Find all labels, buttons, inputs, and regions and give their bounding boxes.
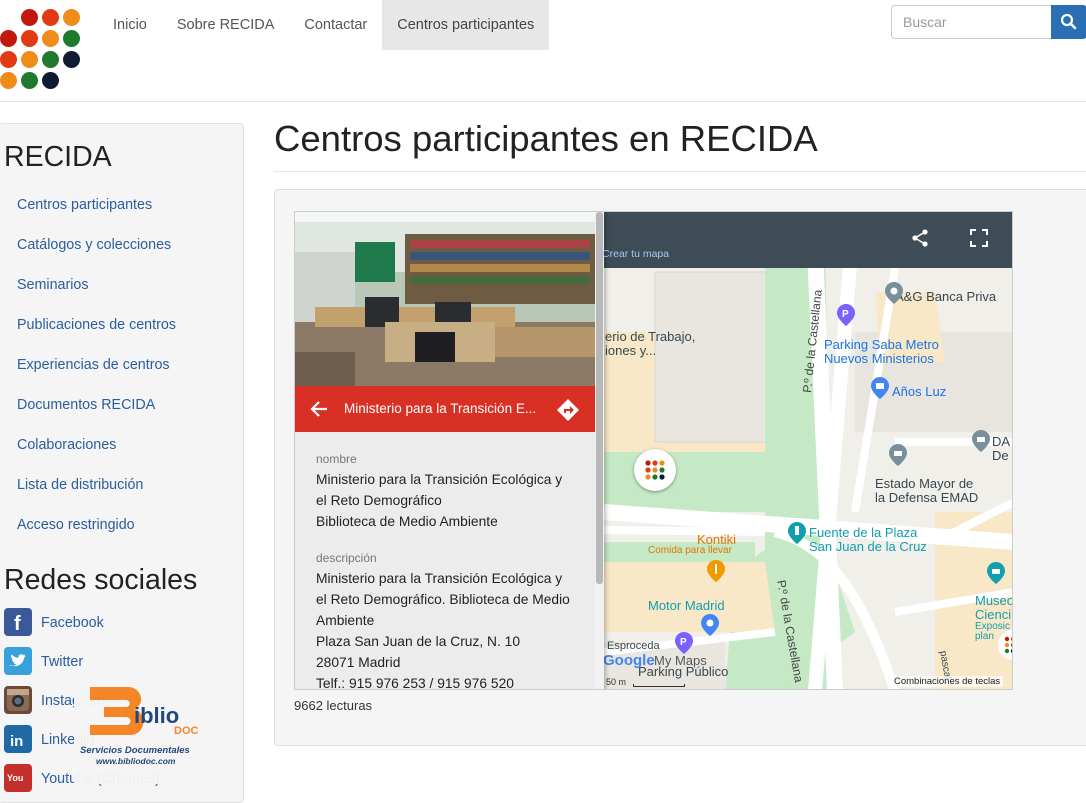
map-label-da[interactable]: DA [992,434,1010,449]
map-label-fuente-plaza[interactable]: Fuente de la Plaza [809,525,917,540]
place-details: nombre Ministerio para la Transición Eco… [295,432,595,690]
google-logo: Google [603,652,655,669]
svg-text:in: in [10,733,23,750]
museum-pin-icon[interactable] [701,614,719,636]
sidebar-item-centros-participantes[interactable]: Centros participantes [17,197,152,213]
top-navbar: Inicio Sobre RECIDA Contactar Centros pa… [0,0,1086,102]
shopping-pin-icon[interactable] [871,377,889,399]
map-label-estado-mayor[interactable]: Estado Mayor de [875,476,973,491]
create-map-link[interactable]: Crear tu mapa [602,248,669,260]
svg-text:f: f [14,613,21,635]
fullscreen-icon[interactable] [970,229,988,247]
government-pin-icon[interactable] [889,444,907,466]
sidebar-item-seminarios[interactable]: Seminarios [17,277,89,293]
sidebar-item-lista-distribucion[interactable]: Lista de distribución [17,477,143,493]
institution-pin-icon[interactable] [972,430,990,452]
map-label-motor-madrid[interactable]: Motor Madrid [648,598,725,613]
map-label-parking-saba[interactable]: Parking Saba Metro [824,337,939,352]
map-label-defensa-emad[interactable]: la Defensa EMAD [875,490,978,505]
recida-logo[interactable] [0,6,84,94]
search-input[interactable] [891,5,1052,39]
sidebar-item-catalogos[interactable]: Catálogos y colecciones [17,237,171,253]
bibliodoc-sponsor-logo[interactable]: iblio DOC Servicios Documentales www.bib… [74,673,222,784]
keyboard-shortcuts-link[interactable]: Combinaciones de teclas [891,676,1004,687]
map-label-esproceda[interactable]: Esproceda [607,640,660,652]
place-title: Ministerio para la Transición E... [344,401,537,416]
map-label-ministerio-trabajo-2[interactable]: iones y... [605,343,656,358]
read-count: 9662 lecturas [294,698,373,713]
map-label-museo[interactable]: Museo [975,593,1012,608]
scrollbar-thumb[interactable] [596,212,603,584]
nav-contactar[interactable]: Contactar [289,0,382,50]
map-scale-label: 50 m [606,677,627,687]
map-label-nuevos-ministerios[interactable]: Nuevos Ministerios [824,351,934,366]
sponsor-name: iblio [134,703,179,728]
map-label-ciencia[interactable]: Cienci [975,607,1011,622]
nav-centros-participantes[interactable]: Centros participantes [382,0,550,50]
map-label-de[interactable]: De [992,448,1009,463]
directions-icon[interactable] [556,398,580,422]
map-label-ag-banca[interactable]: A&G Banca Priva [895,289,996,304]
social-twitter-label[interactable]: Twitter [41,654,83,670]
library-photo [295,212,595,386]
field-value-descripcion: Ministerio para la Transición Ecológica … [316,571,570,690]
embedded-google-my-map[interactable]: A&G Banca Priva erio de Trabajo, iones y… [294,211,1013,690]
field-label-descripcion: descripción [316,551,377,565]
map-label-san-juan-cruz[interactable]: San Juan de la Cruz [809,539,927,554]
map-scale-bar [633,684,685,687]
place-title-bar: Ministerio para la Transición E... [295,386,595,432]
sponsor-url: www.bibliodoc.com [96,756,176,766]
map-label-anos-luz[interactable]: Años Luz [892,384,946,399]
museo-pin-icon[interactable] [987,562,1005,584]
parking-public-pin-icon[interactable]: P [675,632,693,654]
sidebar-item-publicaciones[interactable]: Publicaciones de centros [17,317,176,333]
search-icon [1060,13,1077,30]
recida-map-marker-2[interactable] [998,630,1012,660]
poi-pin-icon[interactable] [885,282,903,304]
parking-pin-icon[interactable]: P [837,304,855,326]
field-value-nombre: Ministerio para la Transición Ecológica … [316,472,563,529]
map-label-plan[interactable]: plan [975,631,994,642]
monument-pin-icon[interactable] [788,522,806,544]
map-label-comida-llevar[interactable]: Comida para llevar [648,545,732,556]
my-maps-label: My Maps [654,653,707,668]
main-nav: Inicio Sobre RECIDA Contactar Centros pa… [98,0,550,50]
instagram-icon[interactable] [4,686,32,714]
linkedin-icon[interactable]: in [4,725,32,753]
recida-map-marker[interactable] [634,449,676,491]
svg-text:P: P [842,309,849,320]
sponsor-sub: DOC [174,725,199,737]
info-panel-scrollbar[interactable] [595,212,604,689]
social-facebook-label[interactable]: Facebook [41,615,104,631]
back-arrow-icon[interactable] [309,399,329,419]
youtube-icon[interactable]: You [4,764,32,792]
map-label-ministerio-trabajo[interactable]: erio de Trabajo, [605,329,695,344]
svg-text:You: You [7,773,23,783]
svg-text:P: P [680,637,687,648]
social-heading: Redes sociales [4,564,198,596]
sidebar-item-experiencias[interactable]: Experiencias de centros [17,357,170,373]
nav-inicio[interactable]: Inicio [98,0,162,50]
search-button[interactable] [1051,5,1086,39]
title-divider [274,171,1086,172]
page-title: Centros participantes en RECIDA [274,118,818,159]
sidebar-item-colaboraciones[interactable]: Colaboraciones [17,437,116,453]
sponsor-tagline: Servicios Documentales [80,745,190,756]
restaurant-pin-icon[interactable] [707,560,725,582]
twitter-icon[interactable] [4,647,32,675]
field-label-nombre: nombre [316,452,357,466]
sidebar-item-documentos[interactable]: Documentos RECIDA [17,397,155,413]
sidebar-heading: RECIDA [4,141,112,173]
share-icon[interactable] [910,228,930,248]
sidebar-item-acceso-restringido[interactable]: Acceso restringido [17,517,135,533]
place-info-panel: Ministerio para la Transición E... nombr… [295,212,604,690]
facebook-icon[interactable]: f [4,608,32,636]
nav-sobre-recida[interactable]: Sobre RECIDA [162,0,290,50]
